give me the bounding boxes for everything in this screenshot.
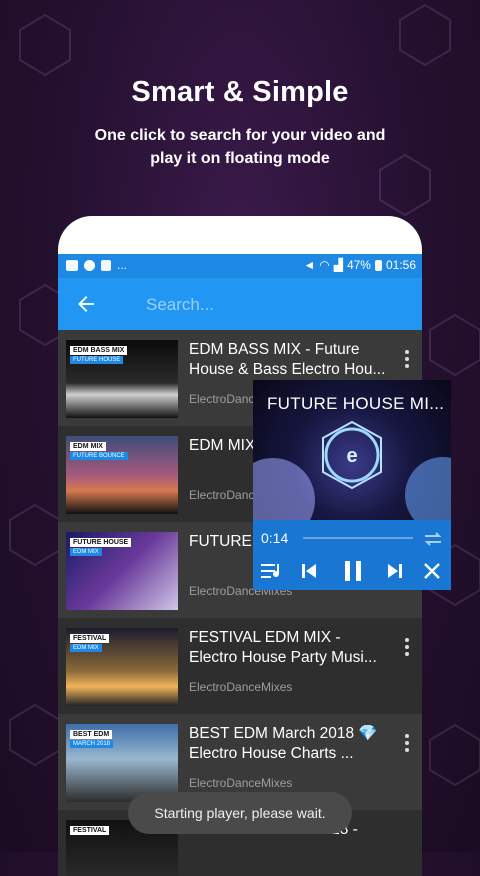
video-thumbnail[interactable]: FESTIVAL EDM MIX [66, 628, 178, 706]
status-bar: ... ◄ ◠ ▟ 47% 01:56 [58, 254, 422, 278]
seek-bar[interactable] [303, 537, 413, 539]
video-thumbnail[interactable]: EDM MIX FUTURE BOUNCE [66, 436, 178, 514]
next-icon[interactable] [385, 561, 405, 581]
floating-player-controls: 0:14 [253, 520, 451, 590]
floating-player-video[interactable]: e FUTURE HOUSE MI... [253, 380, 451, 520]
battery-icon [374, 259, 382, 271]
back-arrow-icon[interactable] [74, 292, 98, 316]
app-bar [58, 278, 422, 330]
playlist-icon[interactable] [259, 560, 285, 582]
mute-icon: ◄ [303, 258, 316, 272]
search-input[interactable] [144, 290, 408, 320]
playback-time: 0:14 [261, 530, 289, 546]
toast-message: Starting player, please wait. [128, 792, 352, 834]
video-row[interactable]: FESTIVAL EDM MIX FESTIVAL EDM MIX - Elec… [58, 618, 422, 714]
video-title[interactable]: EDM BASS MIX - Future House & Bass Elect… [189, 340, 389, 380]
more-options-icon[interactable] [404, 636, 410, 658]
notification-icon [101, 259, 111, 271]
battery-percentage: 47% [346, 258, 371, 272]
promo-subtitle-line1: One click to search for your video and [94, 127, 386, 144]
signal-icon: ▟ [333, 258, 343, 272]
previous-icon[interactable] [299, 561, 319, 581]
video-channel: ElectroDanceMixes [189, 776, 293, 790]
video-title[interactable]: FESTIVAL EDM MIX - Electro House Party M… [189, 628, 389, 668]
more-options-icon[interactable] [404, 732, 410, 754]
floating-player-title: FUTURE HOUSE MI... [267, 394, 445, 413]
messenger-notification-icon [84, 259, 95, 271]
promo-subtitle-line2: play it on floating mode [150, 150, 330, 167]
gallery-notification-icon [66, 259, 78, 271]
floating-player[interactable]: e FUTURE HOUSE MI... 0:14 [253, 380, 451, 590]
video-thumbnail[interactable]: FUTURE HOUSE EDM MIX [66, 532, 178, 610]
video-title[interactable]: BEST EDM March 2018 💎 Electro House Char… [189, 724, 389, 764]
pause-icon[interactable] [341, 558, 365, 584]
wifi-icon: ◠ [319, 258, 330, 272]
video-thumbnail[interactable]: EDM BASS MIX FUTURE HOUSE [66, 340, 178, 418]
status-more-indicator: ... [117, 258, 128, 272]
svg-text:e: e [346, 445, 357, 467]
promo-title: Smart & Simple [131, 76, 349, 108]
video-channel: ElectroDanceMixes [189, 680, 293, 694]
video-thumbnail[interactable]: BEST EDM MARCH 2018 [66, 724, 178, 802]
more-options-icon[interactable] [404, 348, 410, 370]
promo-subtitle: One click to search for your video and p… [0, 124, 480, 170]
status-time: 01:56 [385, 258, 416, 272]
repeat-icon[interactable] [421, 528, 445, 550]
close-icon[interactable] [423, 562, 441, 580]
